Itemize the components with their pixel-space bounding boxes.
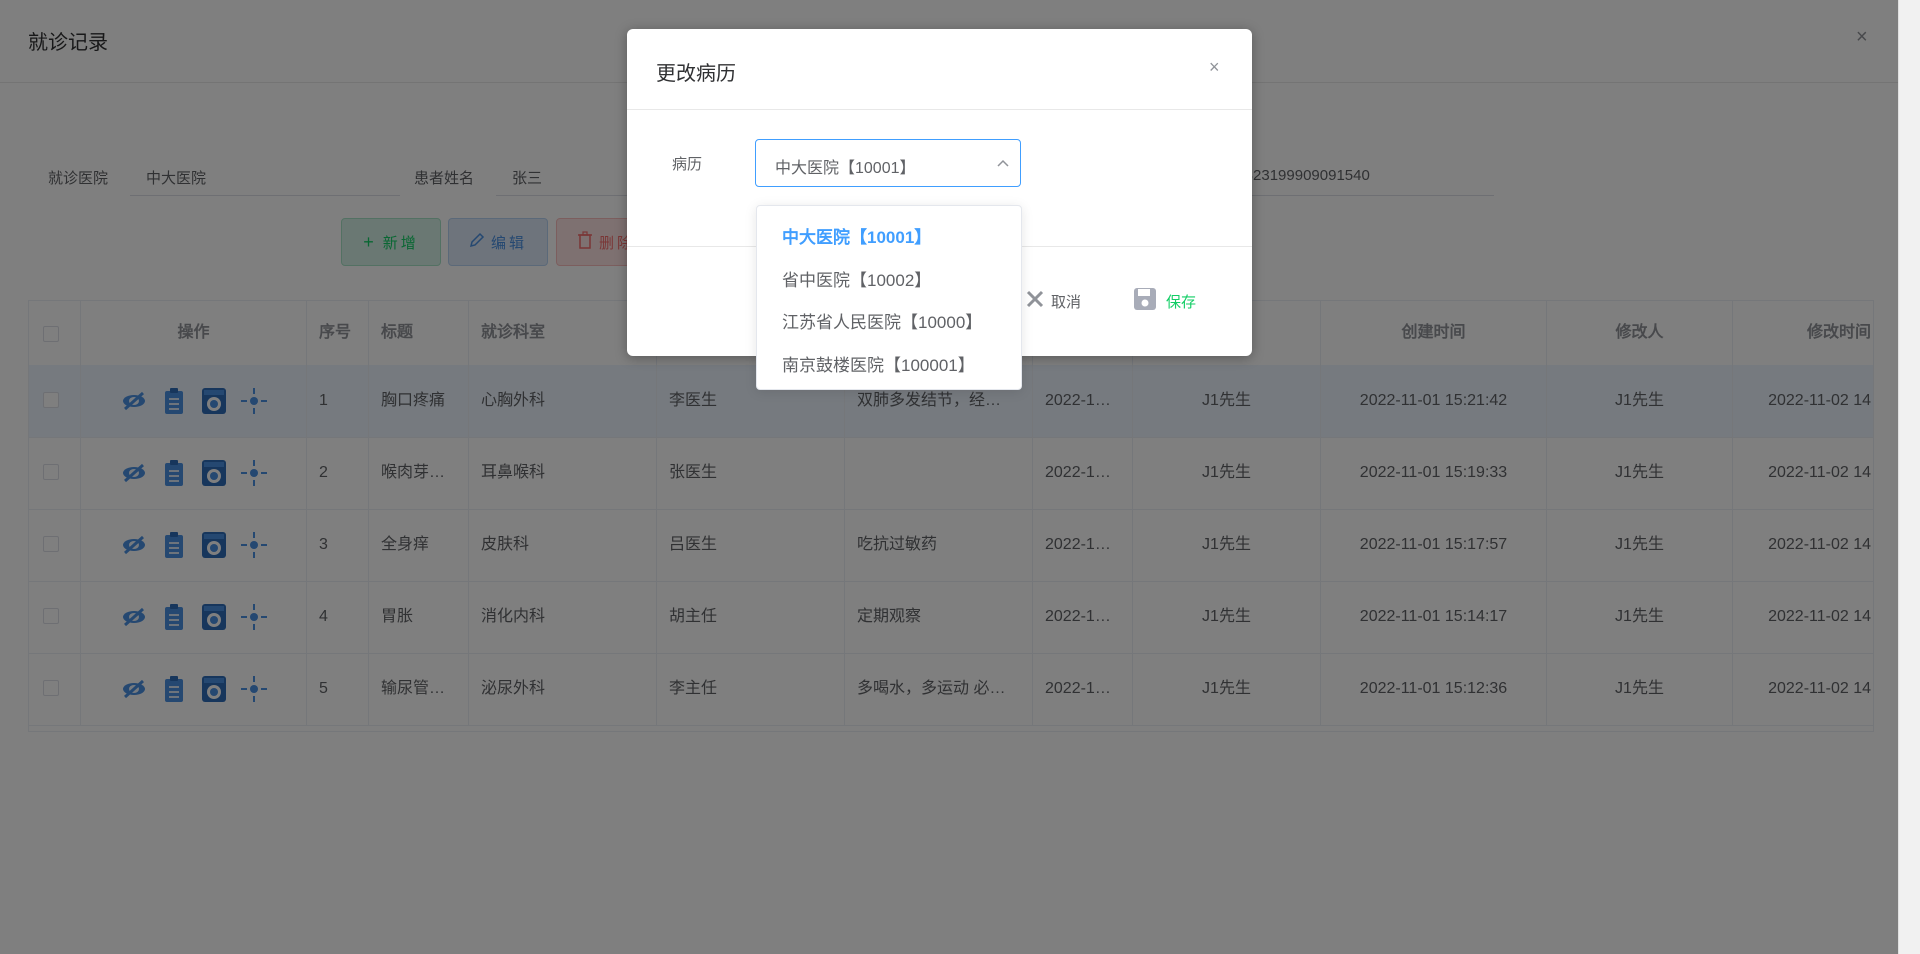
record-select-value: 中大医院【10001】 bbox=[775, 160, 916, 177]
save-button-label: 保存 bbox=[1166, 293, 1197, 311]
dropdown-option[interactable]: 省中医院【10002】 bbox=[757, 260, 1023, 302]
dialog-title: 更改病历 bbox=[656, 63, 736, 85]
cancel-button-label: 取消 bbox=[1051, 293, 1082, 311]
dialog-close-icon[interactable]: × bbox=[1209, 57, 1220, 78]
save-button[interactable]: 保存 bbox=[1132, 286, 1196, 316]
record-field-label: 病历 bbox=[672, 156, 703, 173]
record-select-dropdown: 中大医院【10001】 省中医院【10002】 江苏省人民医院【10000】 南… bbox=[756, 205, 1022, 390]
dropdown-option[interactable]: 江苏省人民医院【10000】 bbox=[757, 302, 1023, 344]
close-x-icon bbox=[1025, 289, 1045, 313]
chevron-up-icon bbox=[996, 156, 1010, 173]
dropdown-option[interactable]: 南京鼓楼医院【100001】 bbox=[757, 345, 1023, 387]
dropdown-option[interactable]: 中大医院【10001】 bbox=[757, 217, 1023, 259]
cancel-button[interactable]: 取消 bbox=[1025, 289, 1081, 313]
record-select[interactable]: 中大医院【10001】 bbox=[755, 139, 1021, 187]
dialog-header: 更改病历 × bbox=[627, 29, 1252, 110]
vertical-scrollbar[interactable] bbox=[1898, 0, 1920, 954]
floppy-disk-icon bbox=[1132, 286, 1158, 316]
